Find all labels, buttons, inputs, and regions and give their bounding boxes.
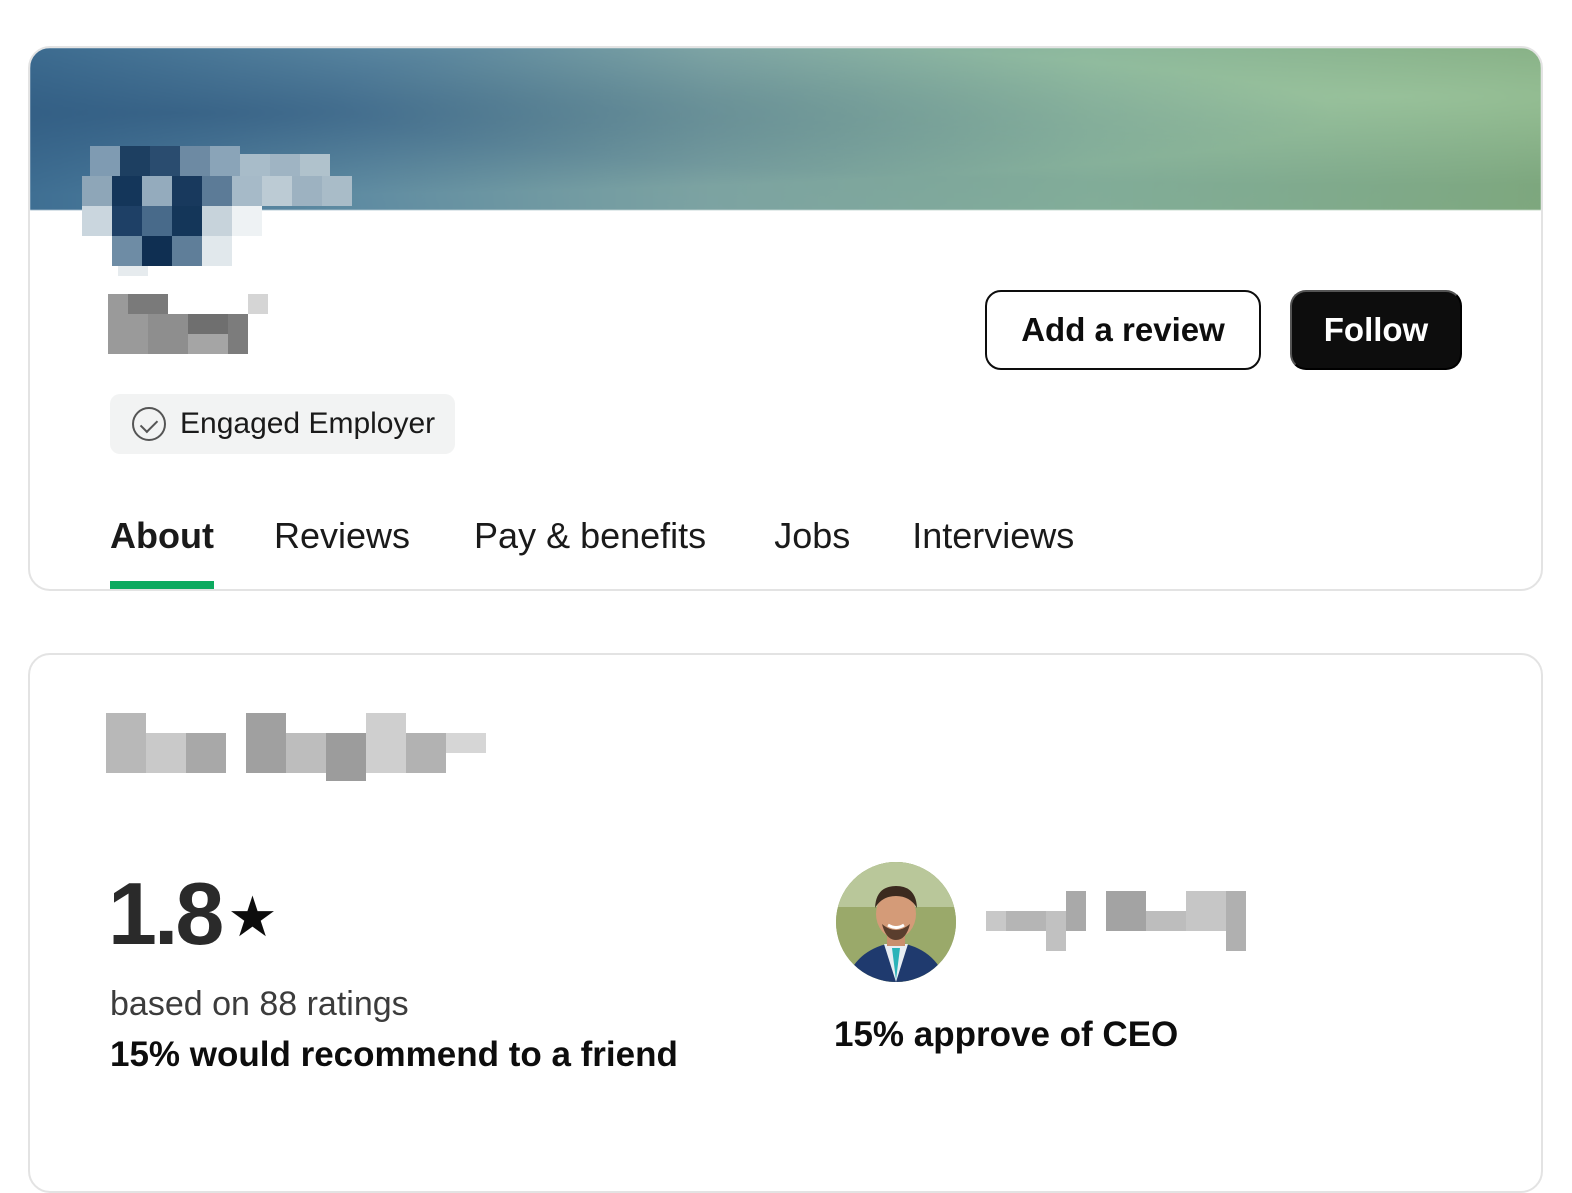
tab-pay-benefits[interactable]: Pay & benefits <box>474 510 706 589</box>
star-icon: ★ <box>227 885 278 948</box>
follow-button[interactable]: Follow <box>1290 290 1462 370</box>
check-circle-icon <box>132 407 166 441</box>
tab-about[interactable]: About <box>110 510 214 589</box>
badge-label: Engaged Employer <box>180 407 436 440</box>
rating-value: 1.8 <box>108 864 224 963</box>
ceo-avatar <box>836 862 956 982</box>
overview-card: 1.8 ★ based on 88 ratings 15% would reco… <box>28 653 1543 1193</box>
ceo-name <box>986 891 1246 953</box>
company-tabs: About Reviews Pay & benefits Jobs Interv… <box>110 510 1074 589</box>
overall-rating: 1.8 ★ <box>108 870 278 958</box>
engaged-employer-badge: Engaged Employer <box>110 394 456 454</box>
company-name <box>108 294 268 356</box>
company-logo <box>82 146 352 276</box>
add-review-button[interactable]: Add a review <box>985 290 1261 370</box>
tab-reviews[interactable]: Reviews <box>274 510 410 589</box>
ratings-count: based on 88 ratings <box>110 985 409 1023</box>
company-profile-card: Engaged Employer Add a review Follow Abo… <box>28 46 1543 591</box>
section-title <box>106 713 486 781</box>
recommend-percentage: 15% would recommend to a friend <box>110 1035 678 1074</box>
tab-interviews[interactable]: Interviews <box>912 510 1074 589</box>
ceo-approval: 15% approve of CEO <box>834 1015 1179 1054</box>
tab-jobs[interactable]: Jobs <box>774 510 850 589</box>
